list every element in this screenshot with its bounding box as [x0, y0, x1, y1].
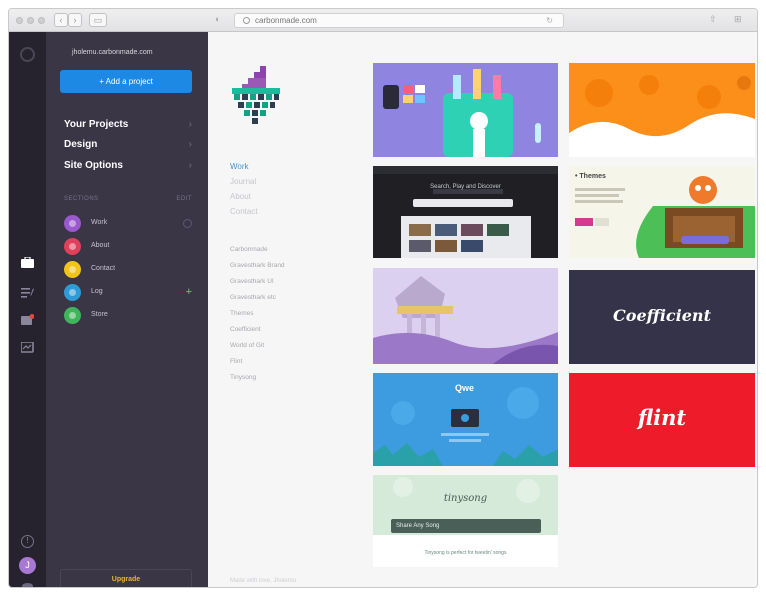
section-item-work[interactable]: Work — [64, 215, 192, 233]
tile-heading: tinysong — [443, 493, 488, 504]
section-item-log[interactable]: Log + — [64, 284, 192, 302]
project-thumbnail — [373, 166, 558, 258]
project-tile-coefficient[interactable]: Coefficient — [569, 270, 755, 364]
flint-logo: flint — [637, 405, 687, 430]
section-item-about[interactable]: About — [64, 238, 192, 256]
section-label: Contact — [91, 265, 116, 272]
project-tile-gravesthark-ui[interactable]: Search, Play and Discover — [373, 166, 558, 258]
project-link[interactable]: Flint — [230, 358, 242, 365]
tinysong-search-bar: Share Any Song — [391, 519, 541, 533]
section-item-store[interactable]: Store — [64, 307, 192, 325]
project-link[interactable]: Themes — [230, 310, 253, 317]
project-tile-gravesthark-brand[interactable] — [569, 63, 755, 157]
avatar[interactable]: J — [19, 557, 36, 574]
portfolio-icon[interactable] — [21, 257, 34, 268]
site-nav-about[interactable]: About — [230, 192, 251, 201]
tile-heading: Qwe — [455, 383, 475, 393]
nav-site-options[interactable]: Site Options › — [64, 160, 192, 174]
nav-design-label: Design — [64, 139, 98, 150]
project-link[interactable]: World of Git — [230, 342, 264, 349]
sections-edit-link[interactable]: EDIT — [176, 196, 192, 202]
back-button[interactable]: ‹ — [54, 13, 68, 27]
tabs-icon[interactable]: ⊞ — [734, 14, 742, 25]
project-tile-carbonmade[interactable] — [373, 63, 558, 157]
section-item-contact[interactable]: Contact — [64, 261, 192, 279]
section-icon — [64, 215, 81, 232]
chevron-right-icon: › — [188, 139, 192, 150]
editor-sidebar: jholemu.carbonmade.com + Add a project Y… — [46, 32, 208, 587]
upgrade-button[interactable]: Upgrade — [60, 569, 192, 587]
icon-rail: ! J — [9, 32, 46, 587]
site-logo[interactable] — [230, 62, 282, 132]
tile-heading: • Themes — [575, 173, 606, 180]
project-link[interactable]: Gravesthark Brand — [230, 262, 285, 269]
add-project-button[interactable]: + Add a project — [60, 70, 192, 93]
sidebar-toggle-button[interactable]: ▭ — [89, 13, 107, 27]
site-footer: Made with love, Jholemu — [230, 578, 297, 584]
site-nav-journal[interactable]: Journal — [230, 177, 256, 186]
settings-icon[interactable] — [183, 219, 192, 228]
edit-icon[interactable] — [21, 287, 34, 298]
close-window-button[interactable] — [16, 17, 23, 24]
browser-toolbar: ‹ › ▭ ◐ carbonmade.com ↻ ⇧ ⊞ — [9, 9, 757, 32]
project-link[interactable]: Carbonmade — [230, 246, 268, 253]
project-link[interactable]: Coefficient — [230, 326, 261, 333]
section-label: Log — [91, 288, 103, 295]
privacy-icon[interactable]: ◐ — [215, 14, 220, 24]
site-nav-contact[interactable]: Contact — [230, 207, 258, 216]
section-label: Work — [91, 219, 108, 226]
section-icon — [64, 238, 81, 255]
section-icon — [64, 284, 81, 301]
nav-your-projects-label: Your Projects — [64, 119, 129, 130]
tile-heading: Search, Play and Discover — [430, 184, 501, 190]
section-icon — [64, 261, 81, 278]
address-bar[interactable]: carbonmade.com ↻ — [234, 13, 564, 28]
chevron-right-icon: › — [188, 119, 192, 130]
share-icon[interactable]: ⇧ — [709, 14, 717, 25]
preview-icon[interactable] — [22, 583, 33, 587]
stats-icon[interactable] — [21, 342, 34, 353]
site-url[interactable]: jholemu.carbonmade.com — [72, 49, 192, 56]
project-tile-tinysong[interactable]: tinysong Share Any Song Tinysong is perf… — [373, 475, 558, 567]
logo-icon[interactable] — [20, 47, 35, 62]
sections-header: SECTIONS EDIT — [64, 196, 192, 202]
browser-window: ‹ › ▭ ◐ carbonmade.com ↻ ⇧ ⊞ ! J jholemu… — [8, 8, 758, 588]
project-link[interactable]: Tinysong — [230, 374, 256, 381]
site-nav-work[interactable]: Work — [230, 162, 249, 171]
section-icon — [64, 307, 81, 324]
section-label: Store — [91, 311, 108, 318]
help-icon[interactable]: ! — [21, 535, 34, 548]
site-preview: Work Journal About Contact Carbonmade Gr… — [208, 32, 757, 587]
coefficient-logo: Coefficient — [613, 306, 711, 325]
forward-button[interactable]: › — [68, 13, 82, 27]
project-link[interactable]: Gravesthark etc — [230, 294, 276, 301]
nav-site-options-label: Site Options — [64, 160, 123, 171]
add-section-button[interactable]: + — [186, 286, 192, 298]
section-label: About — [91, 242, 110, 249]
project-thumbnail — [569, 75, 755, 157]
project-tile-gravesthark-etc[interactable] — [373, 268, 558, 364]
project-thumbnail — [383, 69, 541, 157]
nav-design[interactable]: Design › — [64, 139, 192, 153]
lock-icon — [243, 17, 250, 24]
project-tile-world-of-git[interactable]: Qwe — [373, 373, 558, 466]
project-tile-themes[interactable]: • Themes — [569, 166, 755, 258]
url-text: carbonmade.com — [255, 16, 317, 25]
project-link[interactable]: Gravesthark UI — [230, 278, 274, 285]
zoom-window-button[interactable] — [38, 17, 45, 24]
reload-icon[interactable]: ↻ — [546, 14, 553, 27]
sections-heading: SECTIONS — [64, 196, 99, 202]
nav-your-projects[interactable]: Your Projects › — [64, 119, 192, 133]
minimize-window-button[interactable] — [27, 17, 34, 24]
project-thumbnail — [373, 276, 558, 364]
inbox-icon[interactable] — [21, 314, 34, 325]
tile-caption: Tinysong is perfect for tweetin' songs — [424, 550, 507, 556]
chevron-right-icon: › — [188, 160, 192, 171]
project-tile-flint[interactable]: flint — [569, 373, 755, 467]
